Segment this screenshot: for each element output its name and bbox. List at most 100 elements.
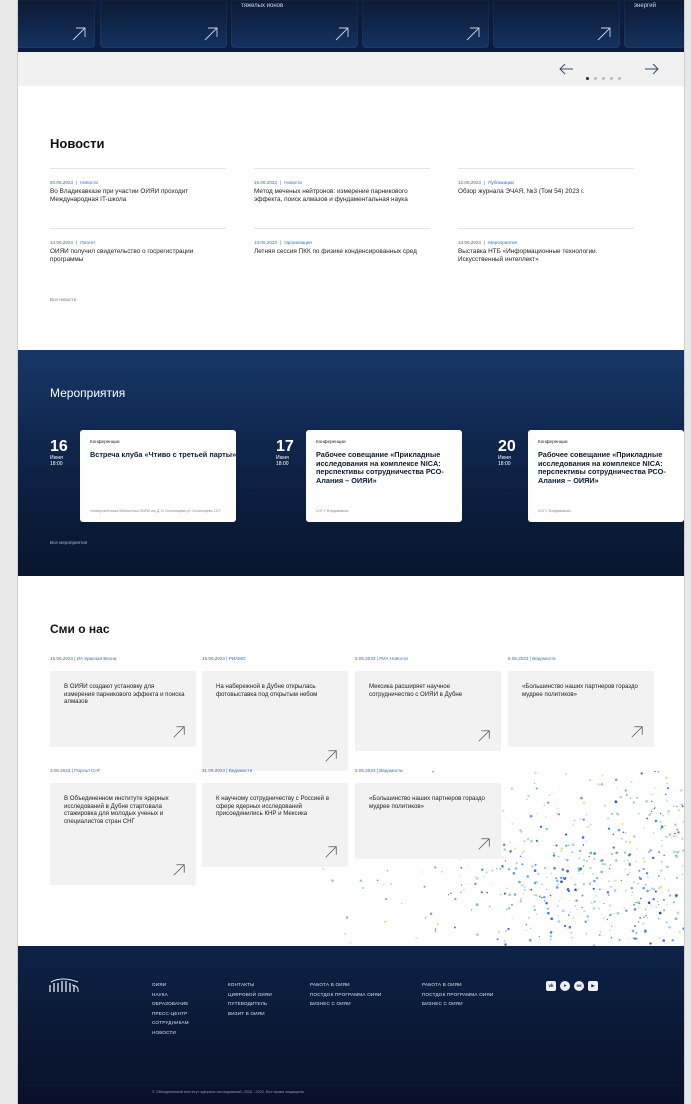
- carousel-dot[interactable]: [594, 77, 597, 80]
- media-source[interactable]: Ведомости: [532, 656, 555, 661]
- arrow-up-right-icon[interactable]: [596, 26, 612, 42]
- event-card[interactable]: Конференции Рабочее совещание «Прикладные…: [306, 430, 462, 522]
- footer-link[interactable]: НОВОСТИ: [152, 1028, 189, 1038]
- event-title[interactable]: Рабочее совещание «Прикладные исследован…: [538, 450, 684, 485]
- footer-link[interactable]: СОТРУДНИКАМ: [152, 1018, 189, 1028]
- arrow-up-right-icon[interactable]: [172, 725, 186, 739]
- youtube-icon[interactable]: ▶: [588, 981, 598, 991]
- footer-link[interactable]: ПРЕСС-ЦЕНТР: [152, 1009, 189, 1019]
- news-title-link[interactable]: Обзор журнала ЭЧАЯ, №3 (Том 54) 2023 г.: [458, 188, 634, 196]
- event-card[interactable]: Конференции Рабочее совещание «Прикладные…: [528, 430, 684, 522]
- arrow-right-icon[interactable]: [644, 62, 660, 76]
- media-card[interactable]: «Большинство наших партнеров гораздо муд…: [508, 671, 654, 747]
- carousel-card[interactable]: [100, 0, 227, 48]
- arrow-up-right-icon[interactable]: [630, 725, 644, 739]
- event-card[interactable]: Конференции Встреча клуба «Чтиво с третье…: [80, 430, 236, 522]
- media-headline[interactable]: «Большинство наших партнеров гораздо муд…: [522, 683, 644, 698]
- arrow-up-right-icon[interactable]: [203, 26, 219, 42]
- vk-icon[interactable]: vk: [546, 981, 556, 991]
- footer-link[interactable]: ПОСТДОК ПРОГРАММА ОИЯИ: [422, 990, 493, 1000]
- news-category[interactable]: Мероприятия: [488, 240, 517, 245]
- news-title-link[interactable]: ОИЯИ получил свидетельство о госрегистра…: [50, 248, 226, 264]
- media-card[interactable]: На набережной в Дубне открылась фотовыст…: [202, 671, 348, 771]
- carousel-card[interactable]: [362, 0, 489, 48]
- footer-link[interactable]: ОБРАЗОВАНИЕ: [152, 999, 189, 1009]
- footer-link[interactable]: ОИЯИ: [152, 980, 189, 990]
- decorative-dot: [628, 862, 631, 866]
- footer-link[interactable]: РАБОТА В ОИЯИ: [422, 980, 493, 990]
- decorative-dot: [675, 895, 678, 899]
- news-item[interactable]: 13.06.2023 | Мероприятия Выставка НТБ «Инфо…: [458, 228, 634, 264]
- news-item[interactable]: 14.06.2023 | Патент ОИЯИ получил свидетельс…: [50, 228, 226, 264]
- decorative-dot: [522, 850, 525, 853]
- media-headline[interactable]: В Объединенном институте ядерных исследо…: [64, 795, 186, 825]
- media-source[interactable]: Ведомости: [379, 768, 402, 773]
- decorative-dot: [546, 907, 549, 910]
- media-source[interactable]: Ведомости: [229, 768, 252, 773]
- footer-link[interactable]: БИЗНЕС С ОИЯИ: [422, 999, 493, 1009]
- footer-link[interactable]: НАУКА: [152, 990, 189, 1000]
- news-item[interactable]: 12.06.2023 | Публикации Обзор журнала ЭЧАЯ,…: [458, 168, 634, 196]
- footer-link[interactable]: ПОСТДОК ПРОГРАММА ОИЯИ: [310, 990, 381, 1000]
- jinr-logo-icon[interactable]: [48, 978, 82, 994]
- odnoklassniki-icon[interactable]: ок: [574, 981, 584, 991]
- carousel-card[interactable]: [493, 0, 620, 48]
- news-title-link[interactable]: Метод меченых нейтронов: измерение парни…: [254, 188, 430, 204]
- news-category[interactable]: Новости: [80, 180, 98, 185]
- footer-link[interactable]: ПУТЕВОДИТЕЛЬ: [228, 999, 272, 1009]
- carousel-dot[interactable]: [618, 77, 621, 80]
- media-card[interactable]: К научному сотрудничеству с Россией в сф…: [202, 783, 348, 867]
- media-card[interactable]: В Объединенном институте ядерных исследо…: [50, 783, 196, 885]
- news-item[interactable]: 15.06.2023 | Новости Метод меченых нейтроно…: [254, 168, 430, 204]
- news-title-link[interactable]: Летняя сессия ПКК по физике конденсирова…: [254, 248, 430, 256]
- all-events-link[interactable]: Все мероприятия: [50, 540, 87, 545]
- arrow-up-right-icon[interactable]: [172, 863, 186, 877]
- news-item[interactable]: 20.06.2023 | Новости Во Владикавказе при уч…: [50, 168, 226, 204]
- event-title[interactable]: Встреча клуба «Чтиво с третьей парты»: [90, 450, 236, 460]
- arrow-up-right-icon[interactable]: [324, 845, 338, 859]
- news-title-link[interactable]: Во Владикавказе при участии ОИЯИ проходи…: [50, 188, 226, 204]
- all-news-link[interactable]: Все новости: [50, 297, 76, 302]
- carousel-card[interactable]: [18, 0, 95, 48]
- news-category[interactable]: Патент: [80, 240, 95, 245]
- media-headline[interactable]: В ОИЯИ создают установку для измерения п…: [64, 683, 186, 706]
- arrow-left-icon[interactable]: [558, 62, 574, 76]
- arrow-up-right-icon[interactable]: [477, 729, 491, 743]
- arrow-up-right-icon[interactable]: [71, 26, 87, 42]
- carousel-card[interactable]: тяжелых ионов: [231, 0, 358, 48]
- media-headline[interactable]: «Большинство наших партнеров гораздо муд…: [369, 795, 491, 810]
- media-card[interactable]: «Большинство наших партнеров гораздо муд…: [355, 783, 501, 859]
- carousel-dot[interactable]: [610, 77, 613, 80]
- media-headline[interactable]: Мексика расширяет научное сотрудничество…: [369, 683, 491, 698]
- media-source[interactable]: РИАМО: [229, 656, 246, 661]
- news-item[interactable]: 13.06.2023 | Организация Летняя сессия ПКК …: [254, 228, 430, 256]
- media-headline[interactable]: На набережной в Дубне открылась фотовыст…: [216, 683, 338, 698]
- footer-column-1: ОИЯИ НАУКА ОБРАЗОВАНИЕ ПРЕСС-ЦЕНТР СОТРУДНИК…: [152, 980, 189, 1038]
- media-card[interactable]: Мексика расширяет научное сотрудничество…: [355, 671, 501, 751]
- arrow-up-right-icon[interactable]: [324, 749, 338, 763]
- telegram-icon[interactable]: ➤: [560, 981, 570, 991]
- arrow-up-right-icon[interactable]: [334, 26, 350, 42]
- media-headline[interactable]: К научному сотрудничеству с Россией в сф…: [216, 795, 338, 818]
- media-card[interactable]: В ОИЯИ создают установку для измерения п…: [50, 671, 196, 747]
- footer-link[interactable]: РАБОТА В ОИЯИ: [310, 980, 381, 990]
- news-category[interactable]: Организация: [284, 240, 312, 245]
- carousel-dot[interactable]: [586, 77, 589, 80]
- footer-link[interactable]: КОНТАКТЫ: [228, 980, 272, 990]
- media-source[interactable]: РИА Новости: [379, 656, 408, 661]
- arrow-up-right-icon[interactable]: [477, 837, 491, 851]
- media-source[interactable]: Портал СНГ: [74, 768, 100, 773]
- footer-link[interactable]: ЦИФРОВОЙ ОИЯИ: [228, 990, 272, 1000]
- carousel-dot[interactable]: [602, 77, 605, 80]
- news-category[interactable]: Новости: [284, 180, 302, 185]
- news-category[interactable]: Публикации: [488, 180, 514, 185]
- media-source[interactable]: ИА Красная Весна: [77, 656, 117, 661]
- footer-link[interactable]: ВИЗИТ В ОИЯИ: [228, 1009, 272, 1019]
- footer-link[interactable]: БИЗНЕС С ОИЯИ: [310, 999, 381, 1009]
- news-title-link[interactable]: Выставка НТБ «Информационные технологии.…: [458, 248, 634, 264]
- arrow-up-right-icon[interactable]: [465, 26, 481, 42]
- carousel-card[interactable]: энергий: [624, 0, 684, 48]
- decorative-dot: [658, 851, 661, 854]
- decorative-dot: [638, 902, 641, 905]
- event-title[interactable]: Рабочее совещание «Прикладные исследован…: [316, 450, 462, 485]
